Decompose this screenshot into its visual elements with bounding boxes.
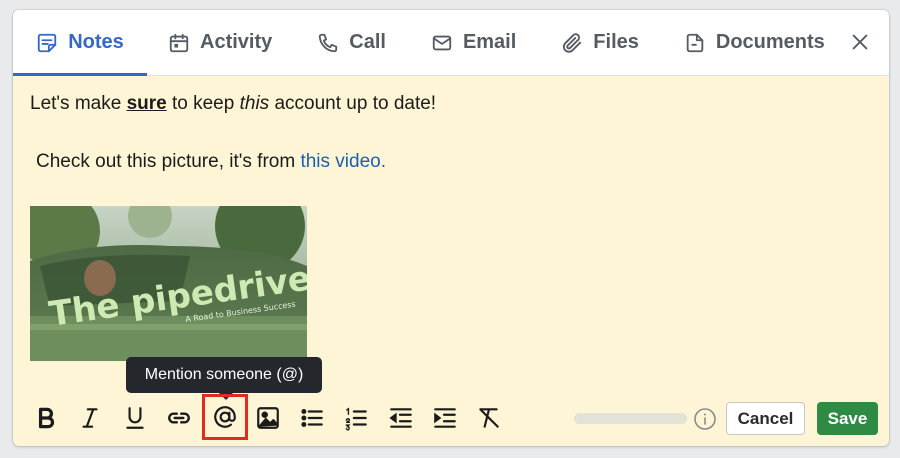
notes-icon: [38, 33, 57, 52]
underline-icon: [126, 407, 144, 429]
outdent-button[interactable]: [381, 398, 421, 438]
tab-documents[interactable]: Documents: [661, 10, 825, 75]
mention-tooltip: Mention someone (@): [126, 357, 322, 400]
upload-progress-bar: [574, 413, 687, 424]
embedded-video-picture[interactable]: The pipedrive A Road to Business Success: [30, 206, 307, 361]
close-icon[interactable]: [849, 31, 871, 53]
bulleted-list-button[interactable]: [292, 398, 332, 438]
tab-call[interactable]: Call: [292, 10, 408, 75]
tab-files-label: Files: [593, 31, 639, 53]
link-icon: [168, 412, 190, 424]
tab-bar: Notes Activity Call Email Files Document…: [13, 10, 889, 76]
outdent-icon: [389, 408, 412, 428]
save-button[interactable]: Save: [817, 402, 878, 435]
calendar-icon: [169, 33, 189, 52]
tab-email-label: Email: [462, 31, 517, 53]
video-link[interactable]: this video.: [300, 151, 386, 172]
clear-formatting-icon: [479, 408, 499, 428]
mention-icon: [214, 406, 236, 428]
insert-image-button[interactable]: [248, 398, 288, 438]
italic-icon: [82, 408, 98, 428]
numbered-list-icon: [345, 407, 367, 431]
tab-documents-label: Documents: [715, 31, 825, 53]
phone-icon: [319, 33, 338, 52]
text-run: Check out this picture, it's from: [36, 151, 301, 172]
bold-button[interactable]: [26, 398, 66, 438]
indent-icon: [434, 408, 456, 428]
tab-activity[interactable]: Activity: [147, 10, 292, 75]
tab-files[interactable]: Files: [538, 10, 661, 75]
underline-button[interactable]: [115, 398, 155, 438]
italic-text: this: [239, 93, 270, 114]
note-line-1: Let's make sure to keep this account up …: [30, 92, 436, 116]
numbered-list-button[interactable]: [336, 398, 376, 438]
info-icon[interactable]: [693, 407, 717, 431]
image-icon: [257, 407, 279, 429]
cancel-button[interactable]: Cancel: [726, 402, 805, 435]
tab-email[interactable]: Email: [408, 10, 538, 75]
link-button[interactable]: [159, 398, 199, 438]
mention-button[interactable]: [202, 394, 248, 440]
text-run: to keep: [166, 93, 240, 114]
tab-notes-label: Notes: [68, 31, 124, 53]
note-composer-panel: Notes Activity Call Email Files Document…: [13, 10, 889, 446]
text-run: Let's make: [30, 93, 127, 114]
note-line-2: Check out this picture, it's from this v…: [36, 150, 386, 174]
paperclip-icon: [563, 32, 582, 53]
envelope-icon: [432, 35, 452, 50]
clear-formatting-button[interactable]: [469, 398, 509, 438]
italic-button[interactable]: [70, 398, 110, 438]
bulleted-list-icon: [301, 409, 323, 427]
bold-icon: [38, 407, 55, 429]
bold-underlined-text: sure: [126, 93, 167, 114]
indent-button[interactable]: [425, 398, 465, 438]
formatting-toolbar: Cancel Save: [13, 394, 889, 440]
document-icon: [686, 33, 704, 52]
tab-call-label: Call: [349, 31, 386, 53]
tab-activity-label: Activity: [200, 31, 273, 53]
tab-notes[interactable]: Notes: [13, 10, 147, 76]
text-run: account up to date!: [269, 93, 437, 114]
